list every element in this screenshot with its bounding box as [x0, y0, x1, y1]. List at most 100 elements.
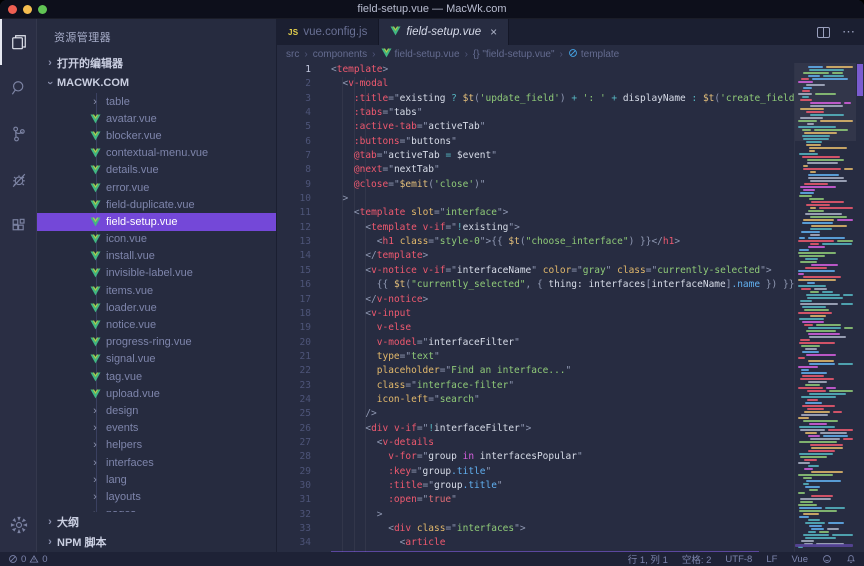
tree-item-progress-ring.vue[interactable]: progress-ring.vue [37, 334, 276, 351]
tab-vue.config.js[interactable]: JSvue.config.js [277, 19, 379, 45]
tree-item-helpers[interactable]: ›helpers [37, 437, 276, 454]
tree-item-label: notice.vue [106, 319, 156, 331]
tree-item-table[interactable]: ›table [37, 93, 276, 110]
debug-icon[interactable] [0, 157, 37, 203]
code-line[interactable]: 3 :title="existing ? $t('update_field') … [277, 92, 864, 106]
code-line[interactable]: 31 :open="true" [277, 493, 864, 507]
line-content: :title="group.title" [331, 479, 503, 493]
editor-actions: ⋯ [817, 19, 856, 45]
explorer-icon[interactable] [0, 19, 37, 65]
code-line[interactable]: 10 > [277, 192, 864, 206]
tree-item-blocker.vue[interactable]: blocker.vue [37, 127, 276, 144]
problems-indicator[interactable]: 0 0 [8, 554, 48, 565]
notifications-bell-icon[interactable] [846, 554, 856, 564]
tab-field-setup.vue[interactable]: field-setup.vue× [379, 19, 509, 45]
settings-gear-icon[interactable] [0, 502, 37, 548]
code-line[interactable]: 13 <h1 class="style-0">{{ $t("choose_int… [277, 235, 864, 249]
tree-item-error.vue[interactable]: error.vue [37, 179, 276, 196]
code-line[interactable]: 30 :title="group.title" [277, 479, 864, 493]
npm-scripts-section[interactable]: › NPM 脚本 [37, 532, 276, 552]
minimize-window-button[interactable] [23, 5, 32, 14]
code-line[interactable]: 16 {{ $t("currently_selected", { thing: … [277, 278, 864, 292]
code-line[interactable]: 22 placeholder="Find an interface..." [277, 364, 864, 378]
tree-item-notice.vue[interactable]: notice.vue [37, 316, 276, 333]
code-line[interactable]: 18 <v-input [277, 307, 864, 321]
cursor-position[interactable]: 行 1, 列 1 [628, 552, 668, 566]
code-line[interactable]: 17 </v-notice> [277, 293, 864, 307]
tree-item-loader.vue[interactable]: loader.vue [37, 299, 276, 316]
breadcrumb-item-4[interactable]: {} "field-setup.vue" [473, 49, 555, 60]
workspace-root-section[interactable]: › MACWK.COM [37, 73, 276, 93]
tree-item-events[interactable]: ›events [37, 420, 276, 437]
line-content: <template v-if="!existing"> [331, 221, 520, 235]
code-line[interactable]: 2 <v-modal [277, 77, 864, 91]
tree-item-signal.vue[interactable]: signal.vue [37, 351, 276, 368]
tree-item-tag.vue[interactable]: tag.vue [37, 368, 276, 385]
tree-item-details.vue[interactable]: details.vue [37, 162, 276, 179]
code-line[interactable]: 32 > [277, 508, 864, 522]
code-line[interactable]: 7 @tab="activeTab = $event" [277, 149, 864, 163]
feedback-smiley-icon[interactable] [822, 554, 832, 564]
tree-item-upload.vue[interactable]: upload.vue [37, 385, 276, 402]
code-line[interactable]: 19 v-else [277, 321, 864, 335]
code-line[interactable]: 9 @close="$emit('close')" [277, 178, 864, 192]
breadcrumb-item-5[interactable]: template [568, 48, 619, 61]
tree-item-avatar.vue[interactable]: avatar.vue [37, 110, 276, 127]
code-line[interactable]: 11 <template slot="interface"> [277, 206, 864, 220]
breadcrumb-item-2[interactable]: components [313, 49, 367, 60]
vertical-scrollbar[interactable] [856, 63, 864, 552]
line-number: 10 [277, 192, 311, 206]
code-line[interactable]: 23 class="interface-filter" [277, 379, 864, 393]
zoom-window-button[interactable] [38, 5, 47, 14]
code-line[interactable]: 20 v-model="interfaceFilter" [277, 336, 864, 350]
scrollbar-thumb[interactable] [857, 64, 863, 96]
code-line[interactable]: 28 v-for="group in interfacesPopular" [277, 450, 864, 464]
code-editor[interactable]: 1<template>2 <v-modal3 :title="existing … [277, 63, 864, 552]
tree-item-contextual-menu.vue[interactable]: contextual-menu.vue [37, 145, 276, 162]
tree-item-icon.vue[interactable]: icon.vue [37, 231, 276, 248]
code-line[interactable]: 15 <v-notice v-if="interfaceName" color=… [277, 264, 864, 278]
breadcrumb-item-1[interactable]: src [286, 49, 299, 60]
extensions-icon[interactable] [0, 203, 37, 249]
code-line[interactable]: 34 <article [277, 536, 864, 550]
code-line[interactable]: 1<template> [277, 63, 864, 77]
tree-item-install.vue[interactable]: install.vue [37, 248, 276, 265]
code-line[interactable]: 6 :buttons="buttons" [277, 135, 864, 149]
tree-item-label: field-setup.vue [106, 216, 178, 228]
open-editors-section[interactable]: › 打开的编辑器 [37, 53, 276, 73]
code-line[interactable]: 33 <div class="interfaces"> [277, 522, 864, 536]
tree-item-invisible-label.vue[interactable]: invisible-label.vue [37, 265, 276, 282]
code-line[interactable]: 14 </template> [277, 249, 864, 263]
code-line[interactable]: 21 type="text" [277, 350, 864, 364]
code-line[interactable]: 29 :key="group.title" [277, 465, 864, 479]
code-line[interactable]: 24 icon-left="search" [277, 393, 864, 407]
tree-item-design[interactable]: ›design [37, 402, 276, 419]
more-actions-icon[interactable]: ⋯ [842, 24, 856, 40]
code-line[interactable]: 27 <v-details [277, 436, 864, 450]
search-icon[interactable] [0, 65, 37, 111]
breadcrumb-item-3[interactable]: field-setup.vue [381, 48, 460, 61]
encoding[interactable]: UTF-8 [725, 554, 752, 565]
code-line[interactable]: 5 :active-tab="activeTab" [277, 120, 864, 134]
code-line[interactable]: 12 <template v-if="!existing"> [277, 221, 864, 235]
code-line[interactable]: 25 /> [277, 407, 864, 421]
indentation[interactable]: 空格: 2 [682, 552, 712, 566]
tree-item-lang[interactable]: ›lang [37, 471, 276, 488]
tree-item-field-duplicate.vue[interactable]: field-duplicate.vue [37, 196, 276, 213]
tree-item-layouts[interactable]: ›layouts [37, 488, 276, 505]
language-mode[interactable]: Vue [791, 554, 808, 565]
close-tab-icon[interactable]: × [490, 25, 497, 39]
code-line[interactable]: 4 :tabs="tabs" [277, 106, 864, 120]
code-line[interactable]: 8 @next="nextTab" [277, 163, 864, 177]
line-number: 17 [277, 293, 311, 307]
tree-item-field-setup.vue[interactable]: field-setup.vue [37, 213, 276, 230]
outline-section[interactable]: › 大纲 [37, 512, 276, 532]
eol[interactable]: LF [766, 554, 777, 565]
close-window-button[interactable] [8, 5, 17, 14]
tree-item-items.vue[interactable]: items.vue [37, 282, 276, 299]
tree-item-interfaces[interactable]: ›interfaces [37, 454, 276, 471]
minimap[interactable] [794, 63, 856, 552]
source-control-icon[interactable] [0, 111, 37, 157]
split-editor-icon[interactable] [817, 27, 830, 38]
code-line[interactable]: 26 <div v-if="!interfaceFilter"> [277, 422, 864, 436]
